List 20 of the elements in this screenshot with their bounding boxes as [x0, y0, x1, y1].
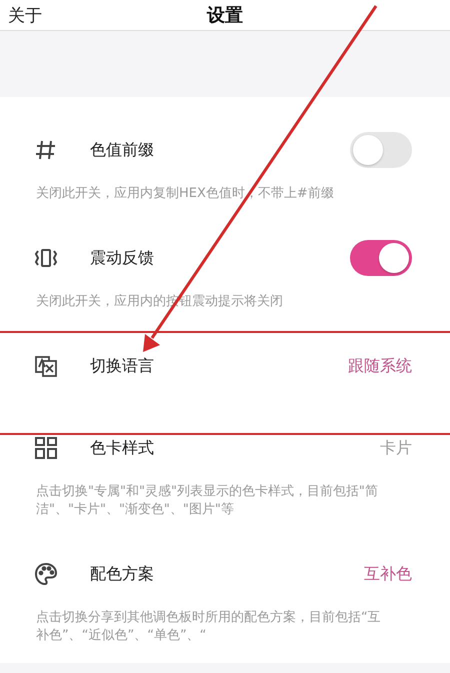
vibrate-icon — [34, 246, 58, 270]
grid-icon — [34, 436, 58, 460]
setting-title: 切换语言 — [90, 356, 155, 376]
back-button[interactable]: 关于 — [8, 4, 42, 27]
setting-value[interactable]: 跟随系统 — [348, 356, 412, 376]
setting-title: 色卡样式 — [90, 438, 155, 458]
palette-icon — [34, 562, 58, 586]
setting-description: 点击切换"专属"和"灵感"列表显示的色卡样式，目前包括"简洁"、"卡片"、"渐变色"、"图片"等 — [35, 483, 379, 519]
translate-icon — [34, 354, 58, 378]
setting-value[interactable]: 卡片 — [380, 438, 412, 458]
toggle-switch[interactable] — [350, 240, 412, 276]
setting-title: 配色方案 — [90, 564, 155, 584]
setting-description: 点击切换分享到其他调色板时所用的配色方案，目前包括“互补色”、“近似色”、“单色”、“ — [35, 609, 382, 645]
page-title: 设置 — [207, 4, 243, 27]
setting-description: 关闭此开关，应用内复制HEX色值时，不带上#前缀 — [35, 185, 335, 203]
setting-value[interactable]: 互补色 — [364, 564, 412, 584]
setting-title: 震动反馈 — [90, 248, 155, 268]
setting-title: 色值前缀 — [90, 140, 155, 160]
toggle-switch[interactable] — [350, 132, 412, 168]
hash-icon — [34, 138, 58, 162]
